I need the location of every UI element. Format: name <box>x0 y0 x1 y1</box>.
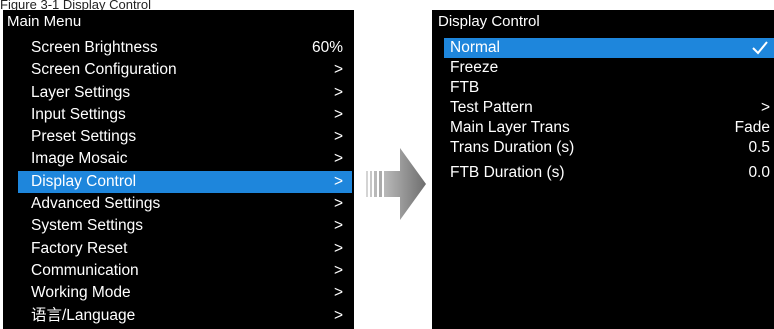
chevron-right-icon: > <box>333 217 343 235</box>
menu-item-working-mode[interactable]: Working Mode > <box>18 282 352 304</box>
menu-item-value: 60% <box>311 39 343 56</box>
menu-item-system-settings[interactable]: System Settings > <box>18 215 352 237</box>
menu-item-label: 语言/Language <box>31 306 136 324</box>
menu-item-label: Normal <box>450 39 500 56</box>
menu-item-label: Image Mosaic <box>31 150 128 168</box>
menu-item-screen-brightness[interactable]: Screen Brightness 60% <box>18 37 352 59</box>
menu-item-label: FTB <box>450 79 480 96</box>
display-control-panel: Display Control Normal Freeze FTB Test P… <box>432 10 774 329</box>
menu-item-screen-configuration[interactable]: Screen Configuration > <box>18 59 352 81</box>
menu-item-label: Display Control <box>31 172 137 190</box>
menu-item-label: Factory Reset <box>31 239 128 257</box>
display-control-title: Display Control <box>438 13 540 30</box>
menu-item-language[interactable]: 语言/Language > <box>18 305 352 327</box>
menu-item-communication[interactable]: Communication > <box>18 260 352 282</box>
menu-item-label: Screen Configuration <box>31 61 177 79</box>
menu-item-label: Communication <box>31 261 139 279</box>
menu-item-normal[interactable]: Normal <box>444 38 774 58</box>
menu-item-label: Working Mode <box>31 284 131 302</box>
chevron-right-icon: > <box>333 105 343 123</box>
menu-item-factory-reset[interactable]: Factory Reset > <box>18 238 352 260</box>
menu-item-value: 0.0 <box>748 164 770 181</box>
menu-item-ftb[interactable]: FTB <box>444 78 774 98</box>
menu-item-input-settings[interactable]: Input Settings > <box>18 104 352 126</box>
menu-item-display-control[interactable]: Display Control > <box>18 170 352 194</box>
menu-item-main-layer-trans[interactable]: Main Layer Trans Fade <box>444 118 774 138</box>
right-arrow-icon <box>366 148 426 220</box>
menu-item-trans-duration[interactable]: Trans Duration (s) 0.5 <box>444 138 774 158</box>
menu-item-label: Trans Duration (s) <box>450 139 575 156</box>
main-menu-title: Main Menu <box>7 13 82 30</box>
menu-item-label: Screen Brightness <box>31 39 158 56</box>
chevron-right-icon: > <box>333 128 343 146</box>
menu-item-preset-settings[interactable]: Preset Settings > <box>18 126 352 148</box>
chevron-right-icon: > <box>333 61 343 79</box>
menu-item-label: Preset Settings <box>31 128 137 146</box>
check-icon <box>752 41 768 55</box>
menu-item-ftb-duration[interactable]: FTB Duration (s) 0.0 <box>444 163 774 183</box>
menu-item-advanced-settings[interactable]: Advanced Settings > <box>18 193 352 215</box>
menu-item-label: System Settings <box>31 217 143 235</box>
menu-item-test-pattern[interactable]: Test Pattern > <box>444 98 774 118</box>
main-menu-list: Screen Brightness 60% Screen Configurati… <box>18 37 352 327</box>
chevron-right-icon: > <box>760 99 770 116</box>
menu-item-label: FTB Duration (s) <box>450 164 565 181</box>
chevron-right-icon: > <box>333 83 343 101</box>
chevron-right-icon: > <box>333 195 343 213</box>
chevron-right-icon: > <box>333 239 343 257</box>
chevron-right-icon: > <box>333 284 343 302</box>
main-menu-panel: Main Menu Screen Brightness 60% Screen C… <box>3 10 354 329</box>
menu-item-label: Freeze <box>450 59 499 76</box>
menu-item-layer-settings[interactable]: Layer Settings > <box>18 82 352 104</box>
figure-caption: Figure 3-1 Display Control <box>0 0 152 10</box>
menu-item-label: Main Layer Trans <box>450 119 570 136</box>
chevron-right-icon: > <box>333 150 343 168</box>
menu-item-value: Fade <box>734 119 770 136</box>
chevron-right-icon: > <box>333 261 343 279</box>
menu-item-image-mosaic[interactable]: Image Mosaic > <box>18 148 352 170</box>
menu-item-value: 0.5 <box>748 139 770 156</box>
chevron-right-icon: > <box>333 172 343 190</box>
chevron-right-icon: > <box>333 306 343 324</box>
menu-item-label: Test Pattern <box>450 99 533 116</box>
menu-item-label: Advanced Settings <box>31 195 161 213</box>
menu-item-label: Layer Settings <box>31 83 131 101</box>
display-control-list: Normal Freeze FTB Test Pattern > Main La… <box>444 38 774 183</box>
menu-item-label: Input Settings <box>31 105 126 123</box>
menu-item-freeze[interactable]: Freeze <box>444 58 774 78</box>
